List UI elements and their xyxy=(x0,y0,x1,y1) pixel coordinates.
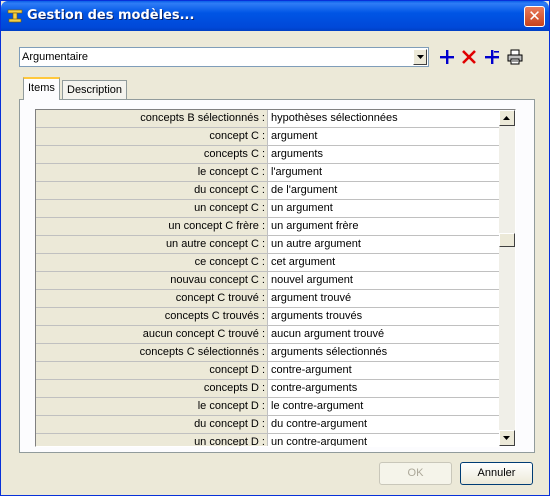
ok-button[interactable]: OK xyxy=(379,462,452,485)
table-row[interactable]: concepts C : arguments xyxy=(36,146,499,164)
row-value-field[interactable]: un contre-argument xyxy=(268,434,499,446)
row-key-label: aucun concept C trouvé : xyxy=(36,326,268,343)
add-icon xyxy=(440,50,454,64)
row-value-field[interactable]: argument xyxy=(268,128,499,145)
row-value-field[interactable]: arguments sélectionnés xyxy=(268,344,499,361)
items-grid-rows: concepts B sélectionnés : hypothèses séle… xyxy=(36,110,499,446)
vertical-scrollbar[interactable] xyxy=(499,110,515,446)
row-key-label: du concept D : xyxy=(36,416,268,433)
scroll-up-button[interactable] xyxy=(499,110,515,126)
close-button[interactable]: ✕ xyxy=(524,6,545,27)
close-icon: ✕ xyxy=(528,7,541,25)
row-key-label: concept C trouvé : xyxy=(36,290,268,307)
cancel-button[interactable]: Annuler xyxy=(460,462,533,485)
table-row[interactable]: un concept D : un contre-argument xyxy=(36,434,499,446)
row-key-label: un concept C : xyxy=(36,200,268,217)
table-row[interactable]: nouvau concept C : nouvel argument xyxy=(36,272,499,290)
table-row[interactable]: concept C : argument xyxy=(36,128,499,146)
row-value-field[interactable]: contre-arguments xyxy=(268,380,499,397)
add-with-separator-icon xyxy=(485,50,499,64)
row-value-field[interactable]: un argument frère xyxy=(268,218,499,235)
row-key-label: un concept C frère : xyxy=(36,218,268,235)
tab-items-label: Items xyxy=(28,82,55,94)
scroll-thumb[interactable] xyxy=(499,233,515,247)
print-icon xyxy=(507,49,523,65)
model-select-value: Argumentaire xyxy=(22,51,89,63)
table-row[interactable]: du concept C : de l'argument xyxy=(36,182,499,200)
table-row[interactable]: concepts B sélectionnés : hypothèses séle… xyxy=(36,110,499,128)
items-grid: concepts B sélectionnés : hypothèses séle… xyxy=(35,109,516,447)
row-key-label: un autre concept C : xyxy=(36,236,268,253)
row-key-label: du concept C : xyxy=(36,182,268,199)
table-row[interactable]: ce concept C : cet argument xyxy=(36,254,499,272)
table-row[interactable]: le concept C : l'argument xyxy=(36,164,499,182)
app-icon xyxy=(7,8,23,24)
row-key-label: le concept C : xyxy=(36,164,268,181)
row-value-field[interactable]: le contre-argument xyxy=(268,398,499,415)
chevron-down-icon xyxy=(503,436,510,440)
dialog-window: Gestion des modèles... ✕ Argumentaire It… xyxy=(0,0,550,496)
tab-description-label: Description xyxy=(67,84,123,96)
row-key-label: concepts B sélectionnés : xyxy=(36,110,268,127)
table-row[interactable]: aucun concept C trouvé : aucun argument t… xyxy=(36,326,499,344)
scroll-down-button[interactable] xyxy=(499,430,515,446)
row-key-label: concepts D : xyxy=(36,380,268,397)
row-value-field[interactable]: arguments trouvés xyxy=(268,308,499,325)
dropdown-button[interactable] xyxy=(413,49,427,65)
table-row[interactable]: concepts C sélectionnés : arguments sélec… xyxy=(36,344,499,362)
delete-button[interactable] xyxy=(459,46,479,68)
table-row[interactable]: concept C trouvé : argument trouvé xyxy=(36,290,499,308)
row-value-field[interactable]: argument trouvé xyxy=(268,290,499,307)
print-button[interactable] xyxy=(505,46,525,68)
table-row[interactable]: un concept C : un argument xyxy=(36,200,499,218)
row-value-field[interactable]: hypothèses sélectionnées xyxy=(268,110,499,127)
row-key-label: concepts C : xyxy=(36,146,268,163)
table-row[interactable]: concept D : contre-argument xyxy=(36,362,499,380)
row-key-label: concept D : xyxy=(36,362,268,379)
row-value-field[interactable]: contre-argument xyxy=(268,362,499,379)
row-value-field[interactable]: aucun argument trouvé xyxy=(268,326,499,343)
ok-button-label: OK xyxy=(407,467,424,479)
model-select[interactable]: Argumentaire xyxy=(19,47,429,67)
row-value-field[interactable]: nouvel argument xyxy=(268,272,499,289)
row-value-field[interactable]: l'argument xyxy=(268,164,499,181)
table-row[interactable]: concepts D : contre-arguments xyxy=(36,380,499,398)
row-value-field[interactable]: du contre-argument xyxy=(268,416,499,433)
table-row[interactable]: un concept C frère : un argument frère xyxy=(36,218,499,236)
table-row[interactable]: du concept D : du contre-argument xyxy=(36,416,499,434)
add-button[interactable] xyxy=(437,46,457,68)
chevron-down-icon xyxy=(417,55,424,59)
window-title: Gestion des modèles... xyxy=(27,8,195,23)
row-key-label: un concept D : xyxy=(36,434,268,446)
cancel-button-label: Annuler xyxy=(477,467,516,479)
row-key-label: concepts C sélectionnés : xyxy=(36,344,268,361)
row-value-field[interactable]: arguments xyxy=(268,146,499,163)
row-value-field[interactable]: de l'argument xyxy=(268,182,499,199)
row-value-field[interactable]: un argument xyxy=(268,200,499,217)
row-value-field[interactable]: un autre argument xyxy=(268,236,499,253)
row-key-label: le concept D : xyxy=(36,398,268,415)
delete-icon xyxy=(462,50,476,64)
row-key-label: concepts C trouvés : xyxy=(36,308,268,325)
row-value-field[interactable]: cet argument xyxy=(268,254,499,271)
tab-items[interactable]: Items xyxy=(23,77,60,100)
table-row[interactable]: le concept D : le contre-argument xyxy=(36,398,499,416)
table-row[interactable]: un autre concept C : un autre argument xyxy=(36,236,499,254)
chevron-up-icon xyxy=(503,116,510,120)
table-row[interactable]: concepts C trouvés : arguments trouvés xyxy=(36,308,499,326)
tab-description[interactable]: Description xyxy=(62,80,128,100)
insert-button[interactable] xyxy=(482,46,502,68)
title-bar[interactable]: Gestion des modèles... ✕ xyxy=(1,1,549,31)
row-key-label: ce concept C : xyxy=(36,254,268,271)
row-key-label: concept C : xyxy=(36,128,268,145)
row-key-label: nouvau concept C : xyxy=(36,272,268,289)
